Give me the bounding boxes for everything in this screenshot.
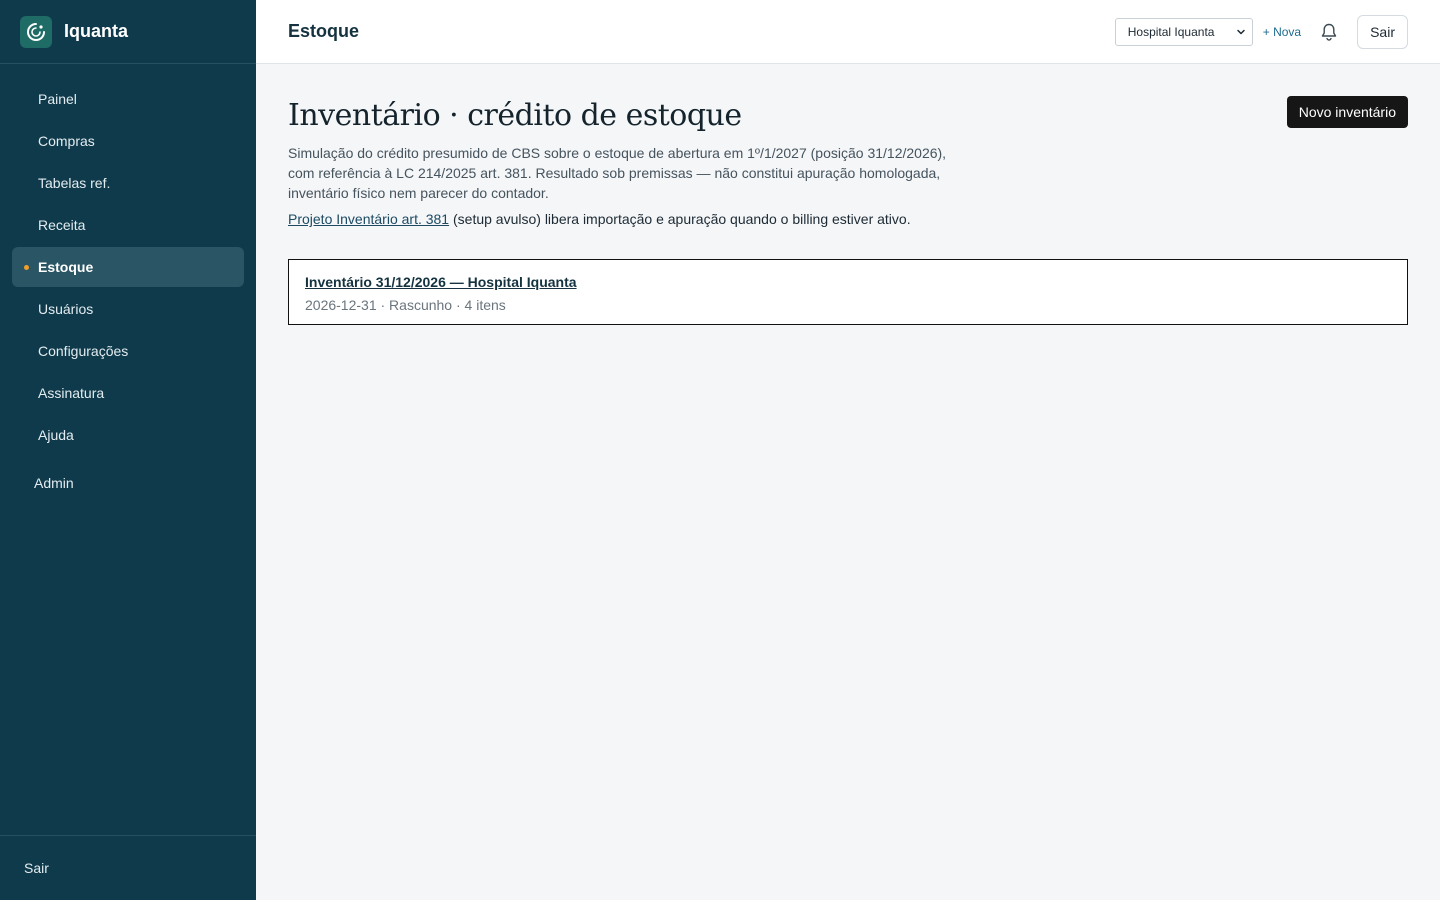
sidebar-item-label: Compras (38, 133, 95, 149)
sidebar-item-ajuda[interactable]: Ajuda (12, 415, 244, 455)
app-name: Iquanta (64, 21, 129, 41)
sidebar-item-receita[interactable]: Receita (12, 205, 244, 245)
brand: Iquanta (0, 0, 256, 64)
bell-icon[interactable] (1319, 22, 1339, 42)
page-description: Simulação do crédito presumido de CBS so… (288, 145, 947, 201)
sidebar-item-painel[interactable]: Painel (12, 79, 244, 119)
logo-icon[interactable] (20, 15, 52, 48)
page-title: Inventário · crédito de estoque (288, 98, 742, 133)
sidebar-item-tabelas-ref[interactable]: Tabelas ref. (12, 163, 244, 203)
header-actions: Hospital Iquanta + Nova Sair (1114, 14, 1408, 49)
new-inventory-button-label: Novo inventário (1298, 104, 1396, 120)
sidebar-item-label: Usuários (38, 301, 94, 317)
sidebar-item-label: Receita (38, 217, 86, 233)
sidebar-item-label: Painel (38, 91, 77, 107)
sidebar-item-compras[interactable]: Compras (12, 121, 244, 161)
logout-button-label: Sair (1370, 23, 1395, 40)
inventory-card: Inventário 31/12/2026 — Hospital Iquanta… (288, 259, 1408, 325)
top-header: Estoque Hospital Iquanta + Nova Sair (256, 0, 1440, 64)
sidebar-item-label: Estoque (38, 259, 94, 275)
project-link[interactable]: Projeto Inventário art. 381 (288, 211, 449, 227)
sidebar-logout-link[interactable]: Sair (0, 835, 256, 900)
sidebar-item-configuracoes[interactable]: Configurações (12, 331, 244, 371)
active-indicator-dot (24, 265, 29, 270)
sidebar-nav: Painel Compras Tabelas ref. Receita Esto… (0, 64, 256, 455)
inventory-title-link[interactable]: Inventário 31/12/2026 — Hospital Iquanta (305, 274, 577, 290)
sidebar-item-assinatura[interactable]: Assinatura (12, 373, 244, 413)
sidebar: Iquanta Painel Compras Tabelas ref. Rece… (0, 0, 256, 900)
setup-note: Projeto Inventário art. 381 (setup avuls… (288, 211, 1408, 227)
chevron-down-icon (1236, 29, 1245, 34)
new-inventory-button[interactable]: Novo inventário (1286, 96, 1408, 128)
sidebar-item-label: Ajuda (38, 427, 74, 443)
sidebar-item-estoque[interactable]: Estoque (12, 247, 244, 287)
sidebar-item-label: Admin (34, 475, 74, 491)
main-content: Inventário · crédito de estoque Novo inv… (288, 96, 1408, 325)
page-section-title: Estoque (288, 21, 360, 41)
sidebar-item-label: Configurações (38, 343, 129, 359)
inventory-meta: 2026-12-31 · Rascunho · 4 itens (305, 297, 506, 313)
new-organization-link[interactable]: + Nova (1263, 25, 1301, 39)
sidebar-item-admin[interactable]: Admin (0, 463, 256, 503)
sidebar-item-label: Assinatura (38, 385, 105, 401)
logout-button[interactable]: Sair (1357, 14, 1408, 49)
setup-note-text: (setup avulso) libera importação e apura… (449, 211, 911, 227)
sidebar-logout-label: Sair (24, 860, 49, 876)
organization-select-value: Hospital Iquanta (1127, 24, 1215, 39)
organization-select[interactable]: Hospital Iquanta (1114, 17, 1253, 46)
sidebar-item-label: Tabelas ref. (38, 175, 111, 191)
sidebar-item-usuarios[interactable]: Usuários (12, 289, 244, 329)
